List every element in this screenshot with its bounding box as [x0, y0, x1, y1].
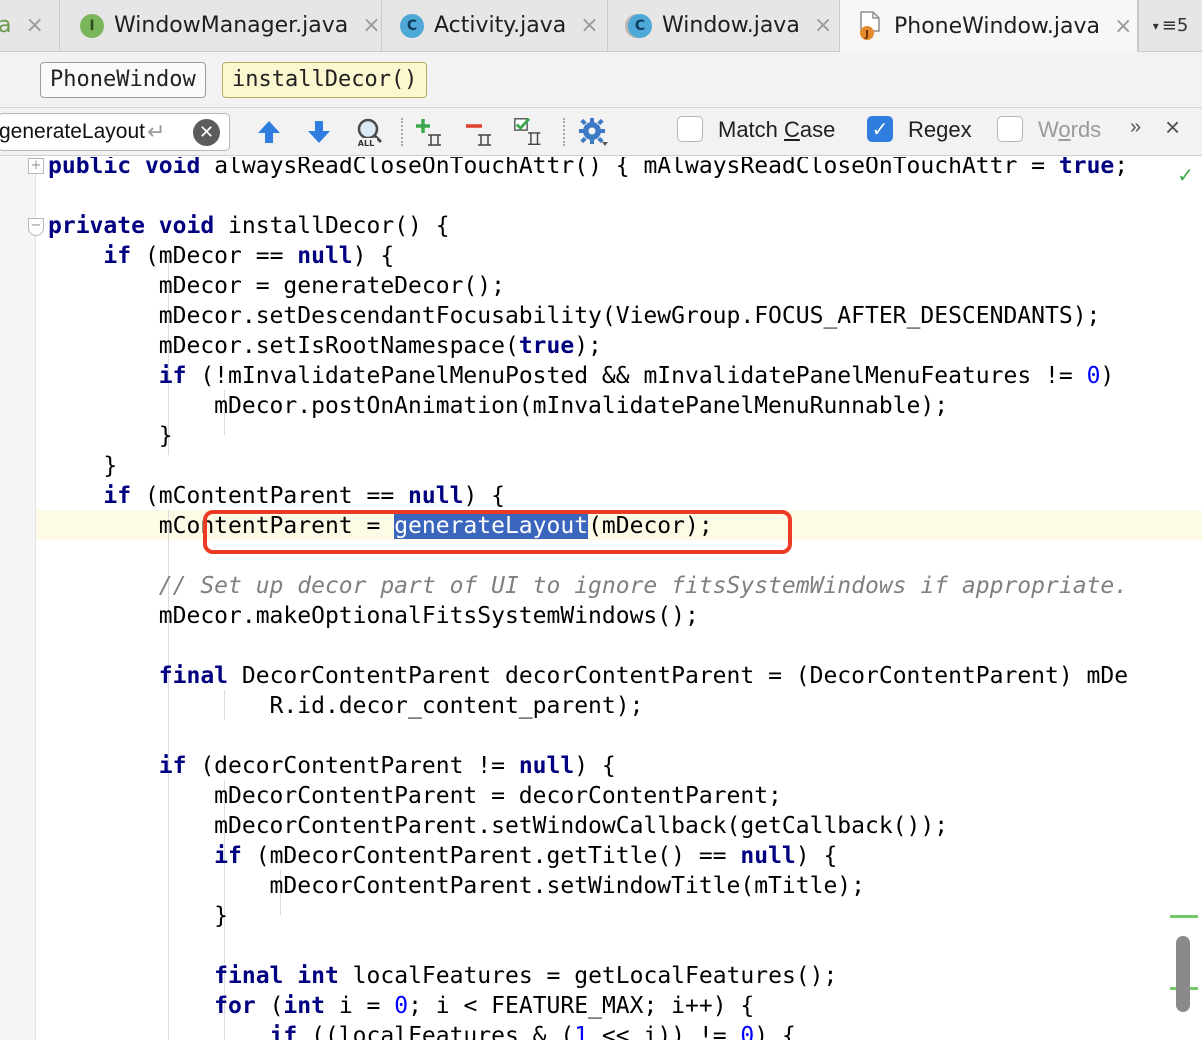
toolbar-separator: [563, 118, 565, 146]
code-line[interactable]: for (int i = 0; i < FEATURE_MAX; i++) {: [48, 991, 754, 1021]
tab-label: PhoneWindow.java: [894, 13, 1100, 39]
code-line[interactable]: final int localFeatures = getLocalFeatur…: [48, 961, 837, 991]
code-line[interactable]: }: [48, 421, 173, 451]
regex-checkbox[interactable]: ✓: [867, 116, 893, 142]
annotation-highlight-box: [203, 510, 792, 554]
tab-windowmanager[interactable]: I WindowManager.java ×: [60, 0, 382, 51]
code-line[interactable]: R.id.decor_content_parent);: [48, 691, 644, 721]
tab-label: a: [0, 13, 12, 38]
fold-expand-icon[interactable]: +: [28, 158, 44, 174]
checkmark-icon: ✓: [871, 117, 889, 141]
words-label-part: W: [1038, 117, 1059, 142]
inspection-ok-icon: ✓: [1177, 163, 1194, 187]
add-occurrence-button[interactable]: [414, 116, 448, 148]
svg-text:ALL: ALL: [358, 139, 374, 148]
match-case-mnemonic: C: [784, 117, 800, 142]
regex-label-part: ex: [948, 117, 972, 142]
class-icon: C: [400, 13, 424, 38]
scrollbar-marker: [1170, 915, 1198, 918]
gear-icon: [579, 118, 608, 146]
editor-gutter: [0, 157, 36, 1040]
code-line[interactable]: }: [48, 901, 228, 931]
code-line[interactable]: if (mDecor == null) {: [48, 241, 394, 271]
find-all-icon: ALL: [355, 118, 383, 148]
code-line[interactable]: mDecorContentParent.setWindowTitle(mTitl…: [48, 871, 865, 901]
regex-mnemonic: g: [936, 117, 949, 142]
toolbar-separator: [401, 118, 403, 146]
code-line[interactable]: // Set up decor part of UI to ignore fit…: [48, 571, 1128, 601]
tab-activity[interactable]: C Activity.java ×: [382, 0, 608, 51]
code-line[interactable]: mDecor = generateDecor();: [48, 271, 505, 301]
code-line[interactable]: private void installDecor() {: [48, 211, 450, 241]
words-checkbox[interactable]: [997, 116, 1023, 142]
code-line[interactable]: final DecorContentParent decorContentPar…: [48, 661, 1128, 691]
fold-collapse-icon[interactable]: −: [28, 218, 44, 236]
code-line[interactable]: public void alwaysReadCloseOnTouchAttr()…: [48, 157, 1128, 181]
code-line[interactable]: mDecorContentParent = decorContentParent…: [48, 781, 782, 811]
code-line[interactable]: if (mDecorContentParent.getTitle() == nu…: [48, 841, 837, 871]
tab-label: Window.java: [662, 13, 800, 38]
tab-phonewindow[interactable]: J PhoneWindow.java ×: [840, 0, 1138, 52]
words-label-part: rds: [1070, 117, 1102, 142]
remove-selection-icon: [466, 124, 491, 146]
code-line[interactable]: mDecorContentParent.setWindowCallback(ge…: [48, 811, 948, 841]
match-case-label-part: ase: [799, 117, 836, 142]
code-line[interactable]: if (!mInvalidatePanelMenuPosted && mInva…: [48, 361, 1115, 391]
close-icon[interactable]: ×: [580, 13, 598, 38]
search-settings-button[interactable]: [576, 116, 610, 148]
arrow-down-icon: [308, 121, 330, 143]
code-line[interactable]: mDecor.makeOptionalFitsSystemWindows();: [48, 601, 699, 631]
add-selection-icon: [416, 119, 441, 146]
code-line[interactable]: }: [48, 451, 117, 481]
match-case-label-part: Match: [718, 117, 785, 142]
close-icon[interactable]: ×: [362, 13, 380, 38]
breadcrumb-class[interactable]: PhoneWindow: [40, 62, 206, 98]
remove-occurrence-button[interactable]: [464, 116, 498, 148]
regex-label-part: Re: [908, 117, 937, 142]
next-occurrence-button[interactable]: [302, 116, 336, 148]
close-find-bar-button[interactable]: ×: [1165, 112, 1180, 143]
match-case-checkbox[interactable]: [677, 116, 703, 142]
class-icon: C: [628, 13, 652, 38]
tab-label: Activity.java: [434, 13, 567, 38]
arrow-up-icon: [258, 121, 280, 143]
java-file-icon: J: [858, 11, 882, 41]
close-icon[interactable]: ×: [25, 13, 43, 38]
editor-tab-bar: a × I WindowManager.java × C Activity.ja…: [0, 0, 1202, 52]
words-mnemonic: o: [1058, 117, 1071, 142]
previous-occurrence-button[interactable]: [252, 116, 286, 148]
select-all-icon: [514, 117, 541, 145]
find-all-button[interactable]: ALL: [352, 116, 386, 148]
breadcrumb-method[interactable]: installDecor(): [222, 62, 428, 98]
close-icon[interactable]: ×: [814, 13, 832, 38]
tab-partial[interactable]: a ×: [0, 0, 60, 51]
close-icon[interactable]: ×: [1114, 14, 1132, 39]
tab-label: WindowManager.java: [114, 13, 349, 38]
search-field[interactable]: ↵ ✕: [0, 113, 230, 151]
regex-label[interactable]: Regex: [908, 117, 972, 143]
search-history-icon[interactable]: ↵: [147, 120, 165, 145]
interface-icon: I: [80, 13, 104, 38]
more-options-button[interactable]: »: [1130, 116, 1141, 139]
clear-search-icon[interactable]: ✕: [193, 119, 220, 146]
code-line[interactable]: if (decorContentParent != null) {: [48, 751, 616, 781]
chevron-down-icon: ▾: [1152, 18, 1159, 33]
words-label[interactable]: Words: [1038, 117, 1101, 143]
select-all-occurrences-button[interactable]: [512, 116, 546, 148]
match-case-label[interactable]: Match Case: [718, 117, 835, 143]
code-line[interactable]: mDecor.setIsRootNamespace(true);: [48, 331, 602, 361]
code-line[interactable]: if ((localFeatures & (1 << i)) != 0) {: [48, 1021, 796, 1040]
svg-text:J: J: [864, 29, 869, 40]
code-line[interactable]: if (mContentParent == null) {: [48, 481, 505, 511]
breadcrumb: PhoneWindow installDecor(): [0, 52, 1202, 108]
tab-overflow-button[interactable]: ▾ ≡5: [1138, 0, 1202, 51]
tab-count: ≡5: [1161, 15, 1189, 36]
tab-window[interactable]: C Window.java ×: [608, 0, 840, 51]
code-line[interactable]: mDecor.postOnAnimation(mInvalidatePanelM…: [48, 391, 948, 421]
code-editor[interactable]: + − public void alwaysReadCloseOnTouchAt…: [0, 157, 1202, 1040]
search-input[interactable]: [0, 114, 149, 150]
code-line[interactable]: mDecor.setDescendantFocusability(ViewGro…: [48, 301, 1101, 331]
vertical-scrollbar-thumb[interactable]: [1176, 936, 1190, 1012]
